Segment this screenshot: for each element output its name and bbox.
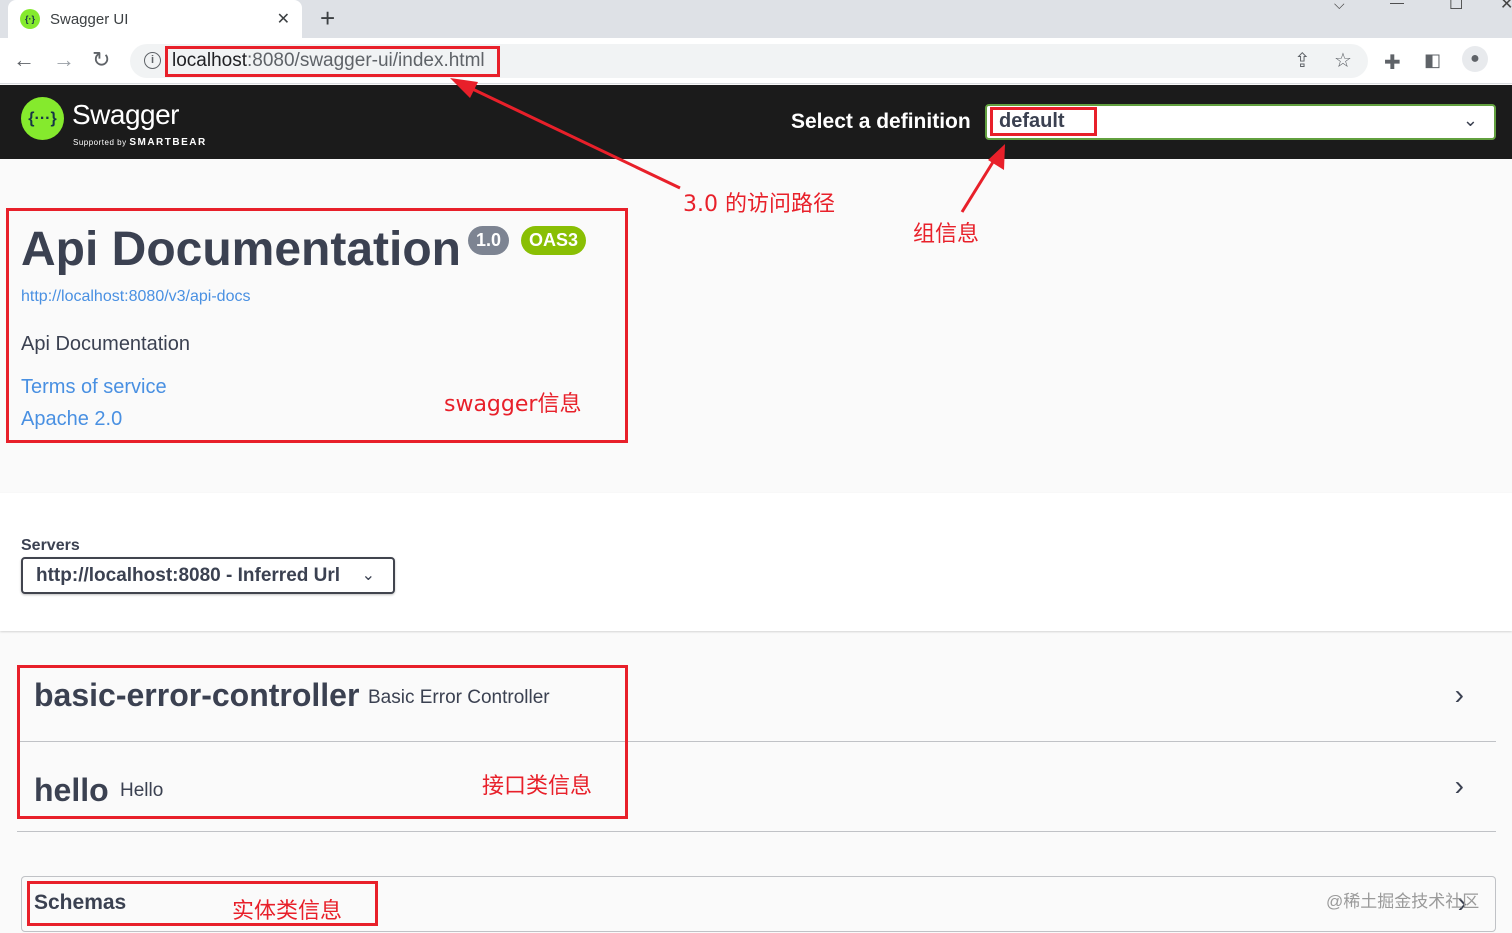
site-info-icon[interactable]: i: [144, 52, 161, 69]
annotation-group: 组信息: [913, 222, 980, 247]
extensions-puzzle-icon[interactable]: ✚: [1384, 50, 1401, 75]
watermark: @稀土掘金技术社区: [1326, 892, 1480, 911]
back-icon[interactable]: ←: [13, 48, 35, 72]
profile-avatar-icon[interactable]: ●: [1462, 46, 1488, 72]
chevron-down-icon: ⌄: [1462, 110, 1478, 130]
swagger-favicon-icon: {·}: [20, 9, 40, 29]
swagger-logo-icon[interactable]: {···}: [21, 97, 64, 140]
arrow-definition-line: [960, 153, 1000, 213]
definition-label: Select a definition: [791, 110, 971, 133]
browser-tab-bar: {·} Swagger UI ✕ + ⌵ — ☐ ✕: [0, 0, 1512, 38]
servers-section: Servers http://localhost:8080 - Inferred…: [0, 493, 1512, 631]
reload-icon[interactable]: ↻: [92, 48, 110, 72]
tab-title: Swagger UI: [50, 10, 129, 28]
swagger-logo-subtitle: Supported by SMARTBEAR: [73, 137, 207, 148]
swagger-topbar: {···} Swagger Supported by SMARTBEAR Sel…: [0, 85, 1512, 159]
bookmark-star-icon[interactable]: ☆: [1334, 48, 1352, 73]
close-window-icon[interactable]: ✕: [1500, 0, 1512, 14]
share-icon[interactable]: ⇪: [1294, 48, 1311, 73]
servers-select[interactable]: http://localhost:8080 - Inferred Url ⌄: [21, 557, 395, 594]
minimize-icon[interactable]: —: [1390, 0, 1404, 10]
url-highlight-box: [165, 46, 500, 77]
tab-close-icon[interactable]: ✕: [277, 9, 290, 29]
servers-selected-value: http://localhost:8080 - Inferred Url: [36, 565, 341, 586]
chevron-right-icon[interactable]: ›: [1455, 770, 1464, 802]
tab-search-icon[interactable]: ⌵: [1334, 0, 1345, 13]
forward-icon[interactable]: →: [53, 48, 75, 72]
definition-highlight-box: [990, 107, 1097, 136]
chevron-down-icon: ⌄: [361, 567, 375, 584]
swagger-logo-text[interactable]: Swagger: [72, 99, 180, 131]
chevron-right-icon[interactable]: ›: [1455, 679, 1464, 711]
annotation-schema-info: 实体类信息: [232, 899, 343, 924]
annotation-swagger-info: swagger信息: [444, 392, 582, 417]
servers-label: Servers: [21, 537, 80, 554]
annotation-controller-info: 接口类信息: [482, 774, 593, 799]
new-tab-icon[interactable]: +: [320, 5, 335, 31]
maximize-icon[interactable]: ☐: [1449, 0, 1463, 14]
side-panel-icon[interactable]: ◧: [1424, 50, 1441, 71]
browser-tab[interactable]: {·} Swagger UI ✕: [8, 0, 302, 38]
annotation-path: 3.0 的访问路径: [683, 192, 835, 217]
